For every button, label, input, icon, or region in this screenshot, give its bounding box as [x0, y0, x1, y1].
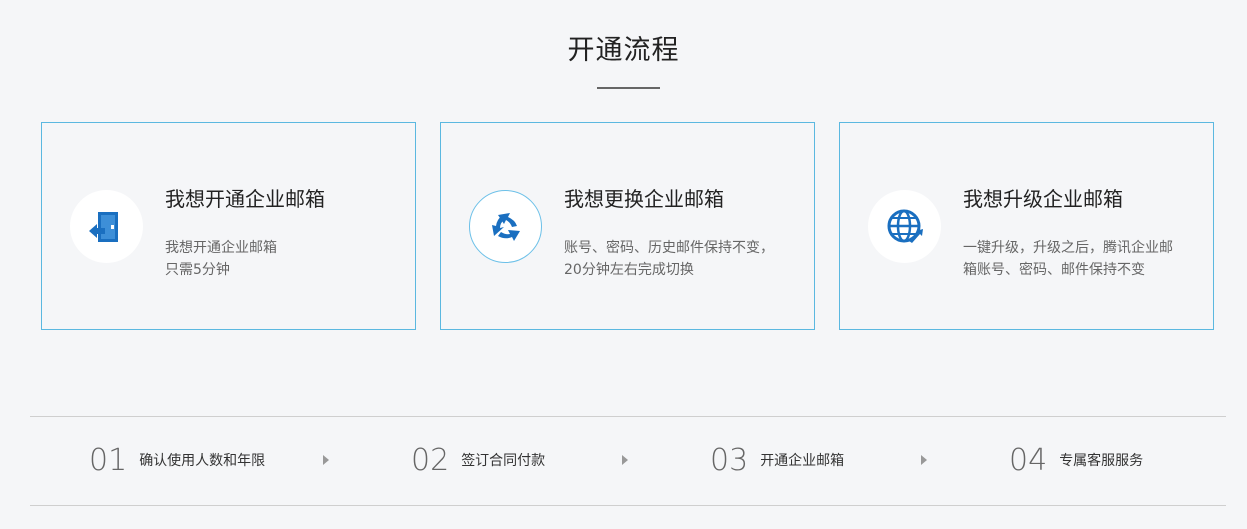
step-2: 02 签订合同付款 [411, 440, 545, 480]
arrow-right-icon [921, 455, 927, 465]
door-enter-icon [70, 190, 143, 263]
step-label: 开通企业邮箱 [760, 453, 845, 469]
card-description: 一键升级，升级之后，腾讯企业邮 箱账号、密码、邮件保持不变 [963, 240, 1173, 278]
refresh-cycle-icon [469, 190, 542, 263]
card-title: 我想开通企业邮箱 [165, 187, 325, 211]
step-3: 03 开通企业邮箱 [710, 440, 844, 480]
step-label: 确认使用人数和年限 [139, 453, 266, 469]
divider-top [30, 416, 1226, 417]
card-upgrade-email[interactable]: 我想升级企业邮箱 一键升级，升级之后，腾讯企业邮 箱账号、密码、邮件保持不变 [839, 122, 1214, 330]
step-number: 04 [1009, 442, 1048, 478]
step-number: 01 [89, 442, 128, 478]
card-title: 我想更换企业邮箱 [564, 187, 724, 211]
page-title: 开通流程 [567, 35, 680, 66]
globe-upgrade-icon [868, 190, 941, 263]
card-description: 账号、密码、历史邮件保持不变， 20分钟左右完成切换 [564, 240, 774, 278]
arrow-right-icon [622, 455, 628, 465]
step-label: 签订合同付款 [461, 453, 546, 469]
arrow-right-icon [323, 455, 329, 465]
card-title: 我想升级企业邮箱 [963, 187, 1123, 211]
step-1: 01 确认使用人数和年限 [89, 440, 265, 480]
card-switch-email[interactable]: 我想更换企业邮箱 账号、密码、历史邮件保持不变， 20分钟左右完成切换 [440, 122, 815, 330]
card-open-email[interactable]: 我想开通企业邮箱 我想开通企业邮箱 只需5分钟 [41, 122, 416, 330]
step-number: 03 [710, 442, 749, 478]
card-description: 我想开通企业邮箱 只需5分钟 [165, 240, 277, 278]
step-number: 02 [411, 442, 450, 478]
title-underline [597, 87, 660, 89]
step-4: 04 专属客服服务 [1009, 440, 1143, 480]
step-label: 专属客服服务 [1059, 453, 1144, 469]
divider-bottom [30, 505, 1226, 506]
